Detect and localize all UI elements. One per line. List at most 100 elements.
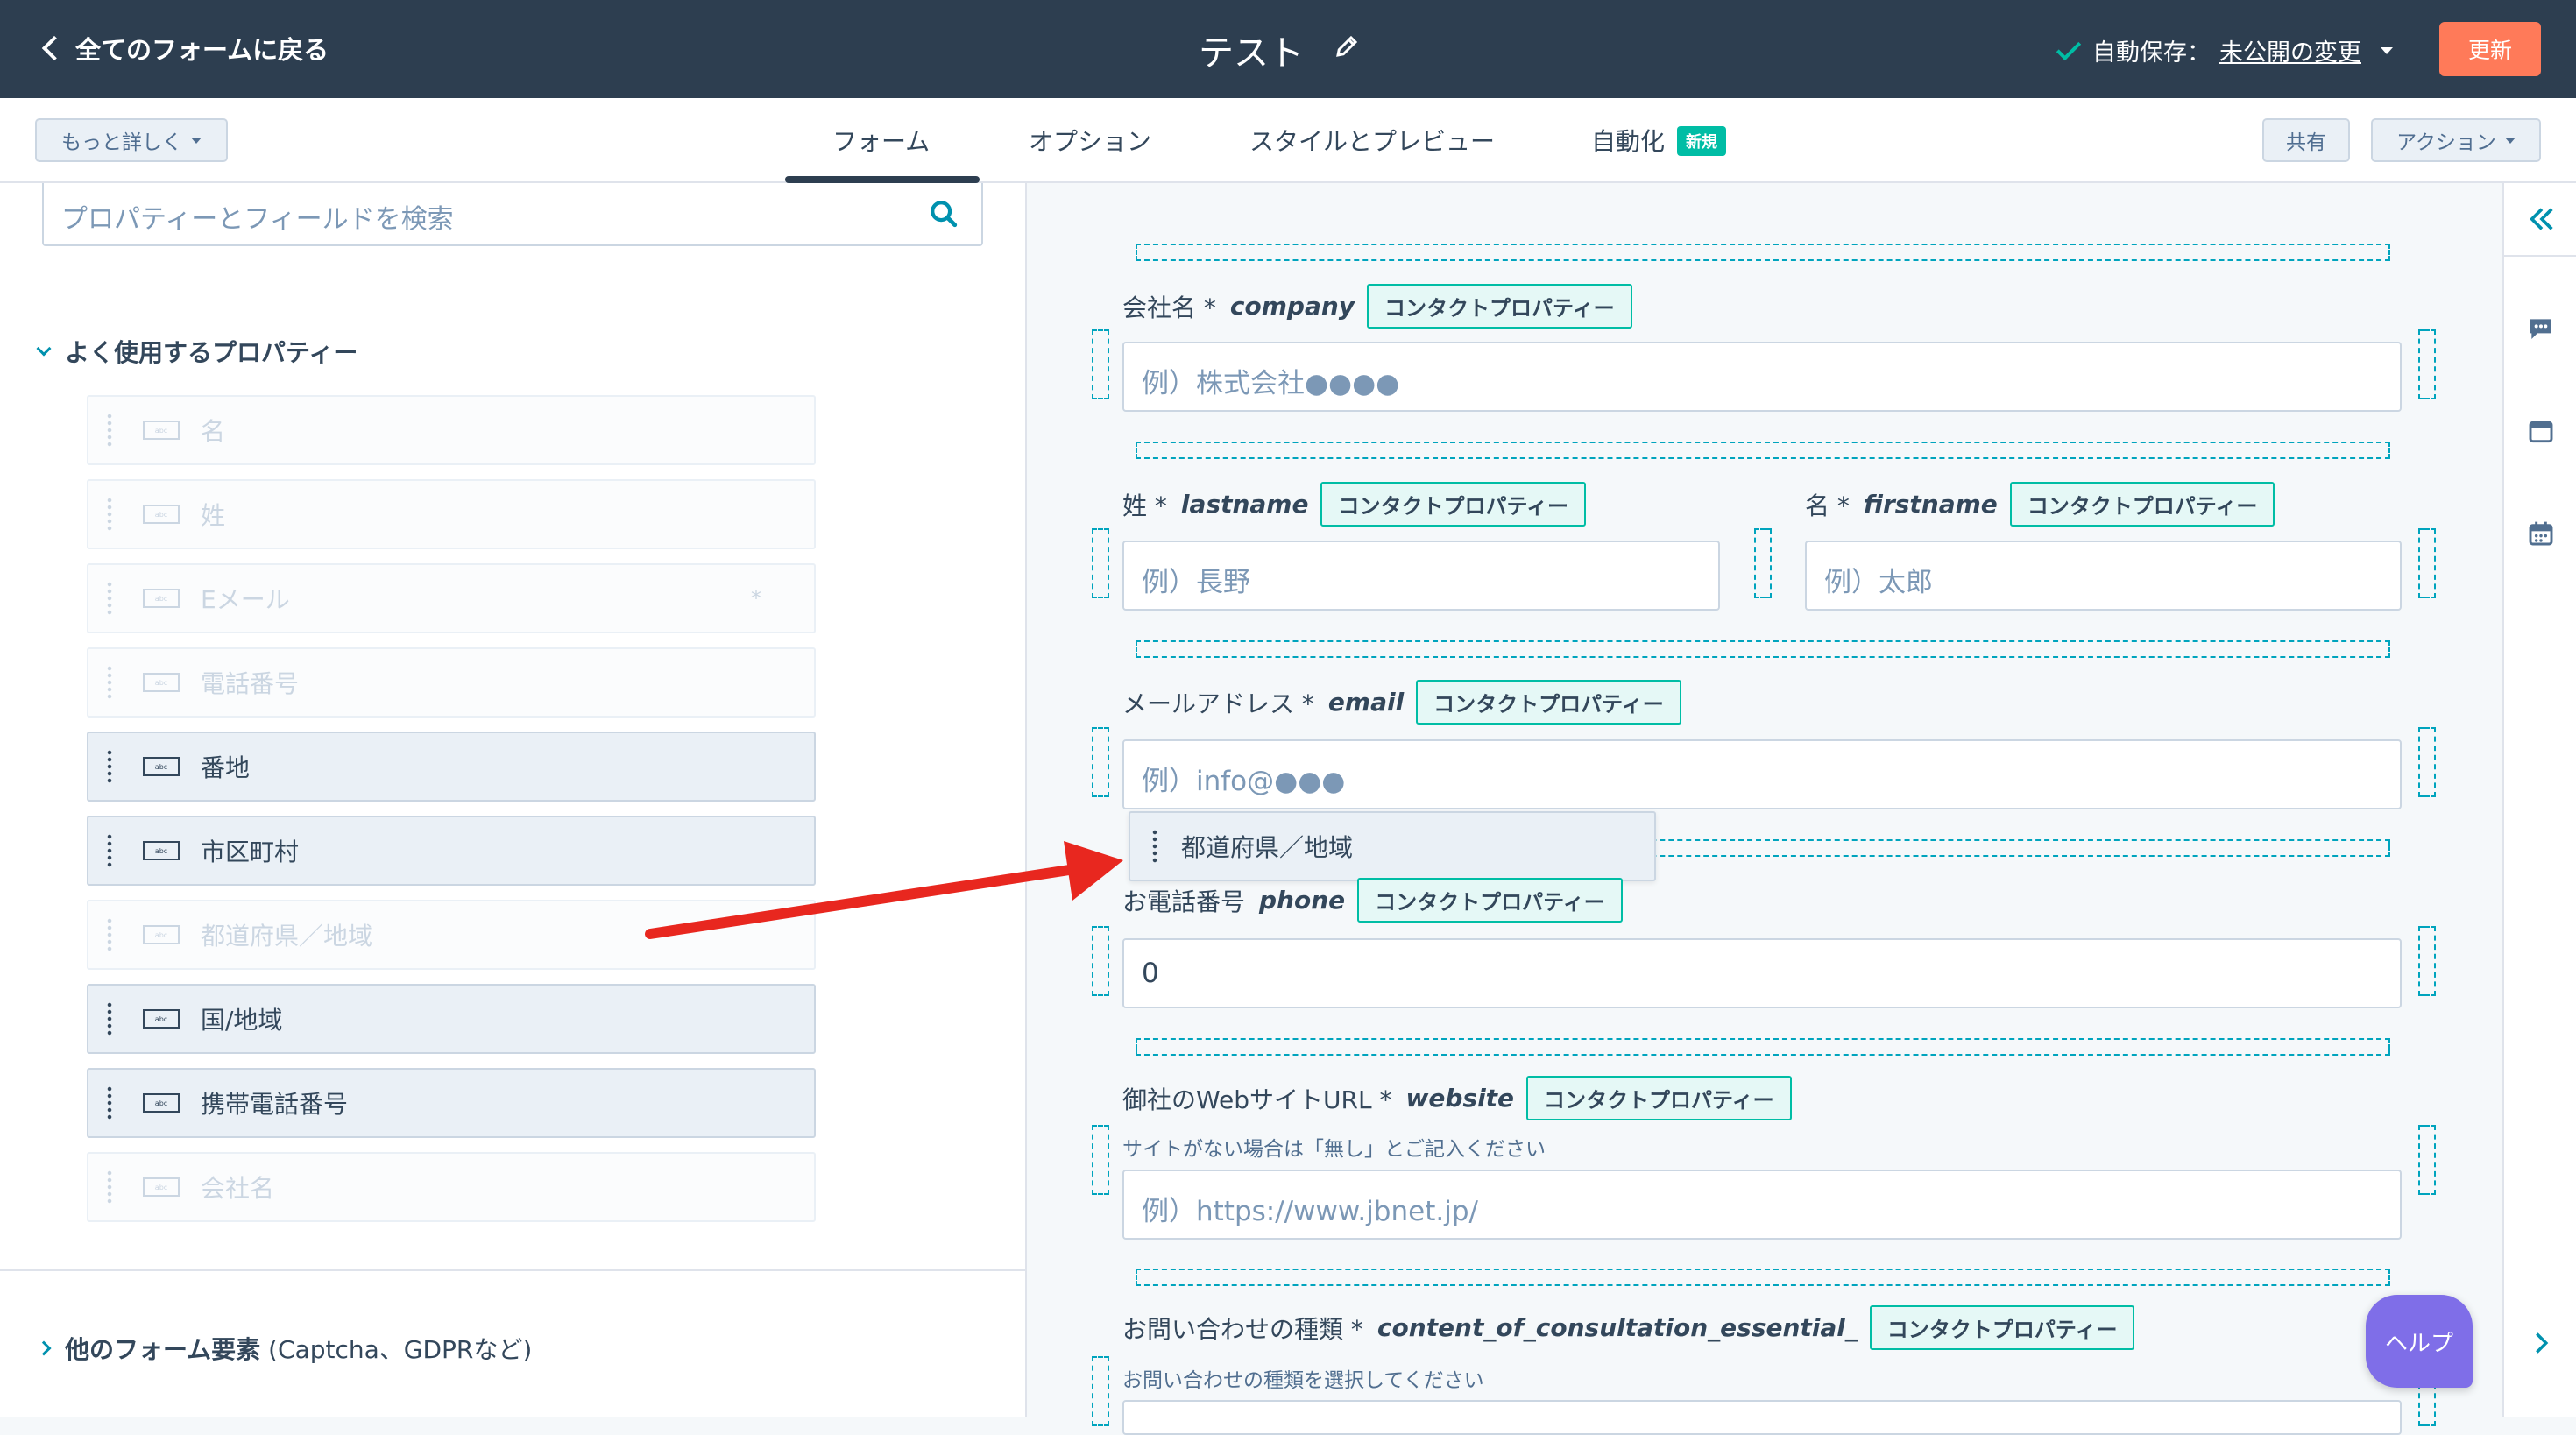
side-drop-zone[interactable] xyxy=(1092,329,1109,399)
field-label-company[interactable]: 会社名 * company コンタクトプロパティー xyxy=(1122,284,1632,329)
calendar-icon[interactable] xyxy=(2527,520,2555,548)
website-field[interactable]: 例）https://www.jbnet.jp/ xyxy=(1122,1170,2402,1240)
company-field[interactable]: 例）株式会社●●●● xyxy=(1122,342,2402,412)
property-item[interactable]: abc 姓 xyxy=(87,479,816,549)
field-label-phone[interactable]: お電話番号 phone コンタクトプロパティー xyxy=(1122,878,1623,922)
label-text: 名 * xyxy=(1805,491,1850,520)
actions-button[interactable]: アクション xyxy=(2371,118,2541,162)
internal-name: lastname xyxy=(1180,490,1309,519)
unpublished-changes-link[interactable]: 未公開の変更 xyxy=(2219,33,2361,67)
search-input[interactable]: プロパティーとフィールドを検索 xyxy=(61,197,454,236)
field-label-consultation[interactable]: お問い合わせの種類 * content_of_consultation_essen… xyxy=(1122,1305,2135,1350)
chevron-down-icon xyxy=(36,341,52,357)
side-drop-zone[interactable] xyxy=(2418,528,2436,598)
drag-handle-icon[interactable] xyxy=(106,749,113,784)
other-section-rest: (Captcha、GDPRなど) xyxy=(260,1335,533,1364)
property-item[interactable]: abc 市区町村 xyxy=(87,816,816,886)
drag-handle-icon[interactable] xyxy=(106,833,113,868)
side-drop-zone[interactable] xyxy=(1092,528,1109,598)
help-button[interactable]: ヘルプ xyxy=(2366,1295,2473,1388)
side-drop-zone[interactable] xyxy=(1092,1125,1109,1195)
internal-name: website xyxy=(1405,1084,1515,1113)
drag-handle-icon[interactable] xyxy=(1151,829,1158,864)
share-button[interactable]: 共有 xyxy=(2262,118,2350,162)
update-button[interactable]: 更新 xyxy=(2439,22,2541,76)
collapse-rail-button[interactable] xyxy=(2504,183,2576,257)
property-item[interactable]: abc 国/地域 xyxy=(87,984,816,1054)
side-drop-zone[interactable] xyxy=(2418,926,2436,996)
new-badge: 新規 xyxy=(1677,126,1727,156)
drag-handle-icon[interactable] xyxy=(106,665,113,700)
drag-handle-icon[interactable] xyxy=(106,1085,113,1120)
caret-down-icon xyxy=(2381,46,2393,54)
text-field-icon: abc xyxy=(143,589,180,608)
field-label-firstname[interactable]: 名 * firstname コンタクトプロパティー xyxy=(1805,482,2275,527)
phone-field[interactable]: 0 xyxy=(1122,938,2402,1008)
property-item[interactable]: abc 都道府県／地域 xyxy=(87,900,816,970)
firstname-field[interactable]: 例）太郎 xyxy=(1805,541,2402,611)
preview-icon[interactable] xyxy=(2527,418,2555,446)
property-item[interactable]: abc 携帯電話番号 xyxy=(87,1068,816,1138)
drop-zone[interactable] xyxy=(1136,1269,2390,1286)
email-field[interactable]: 例）info@●●● xyxy=(1122,739,2402,809)
side-drop-zone[interactable] xyxy=(1092,727,1109,797)
back-to-forms-link[interactable]: 全てのフォームに戻る xyxy=(39,30,329,67)
text-field-icon: abc xyxy=(143,1009,180,1029)
comment-icon[interactable] xyxy=(2527,315,2555,343)
property-item[interactable]: abc 番地 xyxy=(87,732,816,802)
drag-handle-icon[interactable] xyxy=(106,497,113,532)
tab-form[interactable]: フォーム xyxy=(832,123,930,158)
common-properties-toggle[interactable]: よく使用するプロパティー xyxy=(36,334,358,369)
property-item[interactable]: abc Eメール * xyxy=(87,563,816,633)
drop-zone[interactable] xyxy=(1136,244,2390,261)
other-section-label: 他のフォーム要素 (Captcha、GDPRなど) xyxy=(65,1331,532,1366)
drop-zone[interactable] xyxy=(1136,442,2390,459)
property-search[interactable]: プロパティーとフィールドを検索 xyxy=(42,183,983,246)
consultation-help-text: お問い合わせの種類を選択してください xyxy=(1122,1369,1484,1392)
internal-name: content_of_consultation_essential_ xyxy=(1376,1313,1858,1342)
other-form-elements-toggle[interactable]: 他のフォーム要素 (Captcha、GDPRなど) xyxy=(36,1331,532,1366)
contact-property-tag: コンタクトプロパティー xyxy=(2009,482,2275,527)
sub-navigation: もっと詳しく フォーム オプション スタイルとプレビュー 自動化 新規 共有 アク… xyxy=(0,98,2576,183)
property-label: 市区町村 xyxy=(201,838,300,866)
field-label-lastname[interactable]: 姓 * lastname コンタクトプロパティー xyxy=(1122,482,1587,527)
tab-options[interactable]: オプション xyxy=(1029,123,1151,158)
side-drop-zone[interactable] xyxy=(1092,1356,1109,1426)
drop-zone[interactable] xyxy=(1136,1038,2390,1056)
drag-handle-icon[interactable] xyxy=(106,1170,113,1205)
more-details-button[interactable]: もっと詳しく xyxy=(35,118,228,162)
autosave-status[interactable]: 自動保存： 未公開の変更 xyxy=(2056,33,2393,67)
form-title[interactable]: テスト xyxy=(1199,25,1304,75)
drag-handle-icon[interactable] xyxy=(106,581,113,616)
side-drop-zone[interactable] xyxy=(2418,329,2436,399)
actions-label: アクション xyxy=(2396,131,2496,154)
pencil-icon[interactable] xyxy=(1334,33,1360,60)
search-icon[interactable] xyxy=(929,199,959,229)
section-title: よく使用するプロパティー xyxy=(65,338,358,367)
drag-handle-icon[interactable] xyxy=(106,413,113,448)
dragging-property[interactable]: 都道府県／地域 xyxy=(1129,811,1656,881)
property-label: 携帯電話番号 xyxy=(201,1090,349,1119)
text-field-icon: abc xyxy=(143,757,180,776)
tab-automation[interactable]: 自動化 新規 xyxy=(1591,123,1727,158)
property-item[interactable]: abc 会社名 xyxy=(87,1152,816,1222)
field-label-website[interactable]: 御社のWebサイトURL * website コンタクトプロパティー xyxy=(1122,1076,1792,1120)
side-drop-zone[interactable] xyxy=(1754,528,1772,598)
consultation-field[interactable] xyxy=(1122,1400,2402,1435)
active-tab-indicator xyxy=(785,176,980,183)
tab-style-preview[interactable]: スタイルとプレビュー xyxy=(1249,123,1495,158)
chevron-right-icon[interactable] xyxy=(2529,1331,2553,1355)
property-label: 都道府県／地域 xyxy=(201,922,373,951)
property-item[interactable]: abc 電話番号 xyxy=(87,647,816,718)
side-drop-zone[interactable] xyxy=(1092,926,1109,996)
side-drop-zone[interactable] xyxy=(2418,727,2436,797)
drag-handle-icon[interactable] xyxy=(106,917,113,952)
drag-handle-icon[interactable] xyxy=(106,1001,113,1036)
property-item[interactable]: abc 名 xyxy=(87,395,816,465)
text-field-icon: abc xyxy=(143,505,180,524)
drop-zone[interactable] xyxy=(1136,640,2390,658)
text-field-icon: abc xyxy=(143,1093,180,1113)
field-label-email[interactable]: メールアドレス * email コンタクトプロパティー xyxy=(1122,680,1681,725)
lastname-field[interactable]: 例）長野 xyxy=(1122,541,1720,611)
side-drop-zone[interactable] xyxy=(2418,1125,2436,1195)
